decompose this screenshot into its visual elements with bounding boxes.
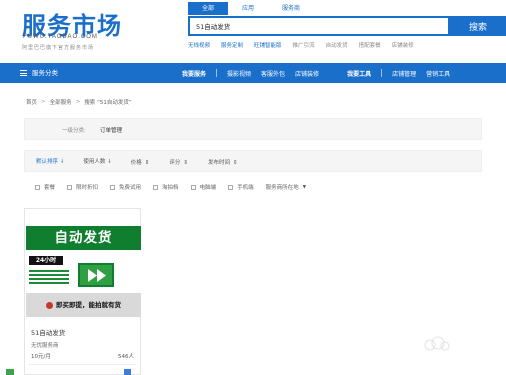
breadcrumb-all-services[interactable]: 全部服务 — [50, 98, 72, 106]
sort-default[interactable]: 默认排序 🠗 — [36, 157, 63, 167]
checkbox[interactable] — [153, 184, 159, 190]
hot-search-links: 无线视频 服务定制 旺铺智能版 推广引流 自动发货 搭配套餐 店铺装修 — [188, 41, 414, 49]
sort-updown-icon: ⇕ — [183, 160, 189, 166]
product-user-count: 546人 — [118, 354, 134, 360]
filter-limited-discount[interactable]: 限时折扣 — [67, 183, 98, 191]
product-image-middle: 24小时 — [26, 250, 141, 293]
arrow-down-icon: 🠗 — [61, 159, 64, 165]
hot-link[interactable]: 搭配套餐 — [359, 41, 381, 49]
checkbox-label: 电脑端 — [199, 185, 217, 191]
filter-taopaidang[interactable]: 淘拍档 — [153, 183, 179, 191]
breadcrumb-home[interactable]: 首页 — [26, 98, 37, 106]
product-name[interactable]: 51自动发货 — [31, 327, 65, 337]
breadcrumb-search: 搜索 “51自动发货” — [84, 100, 132, 106]
search-button[interactable]: 搜索 — [450, 16, 506, 36]
arrow-down-icon: 🠗 — [108, 159, 111, 165]
checkbox[interactable] — [35, 184, 40, 190]
search-tab-all[interactable]: 全部 — [188, 2, 229, 15]
nav-item-marketing-tools[interactable]: 营销工具 — [426, 69, 450, 78]
menu-icon — [20, 70, 27, 76]
breadcrumb: 首页 > 全部服务 > 搜索 “51自动发货” — [26, 98, 132, 106]
card-divider — [29, 364, 136, 365]
location-label: 服务商所在地 — [265, 185, 299, 191]
filter-free-trial[interactable]: 免费试用 — [110, 183, 141, 191]
breadcrumb-separator: > — [41, 99, 46, 105]
filter-checkboxes: 套餐 限时折扣 免费试用 淘拍档 电脑端 手机端 服务商所在地 ▼ — [24, 178, 318, 196]
service-badge-icon — [6, 369, 14, 375]
filter-package[interactable]: 套餐 — [35, 183, 55, 191]
category-filter-row: 一级分类: 订单管理 — [24, 118, 482, 140]
nav-item-store-management[interactable]: 店铺管理 — [392, 69, 416, 78]
nav-item-customer-service[interactable]: 客服外包 — [261, 69, 285, 78]
search-tab-apps[interactable]: 应用 — [228, 2, 268, 15]
fast-forward-icon — [78, 263, 114, 287]
caret-down-icon: ▼ — [302, 184, 307, 190]
service-category-label: 服务分类 — [32, 69, 58, 77]
nav-divider — [381, 69, 383, 77]
speed-lines-graphic — [29, 270, 69, 286]
checkbox-label: 免费试用 — [119, 185, 142, 191]
category-label: 一级分类: — [62, 128, 86, 134]
filter-pc[interactable]: 电脑端 — [190, 183, 217, 191]
search-tabs: 全部 应用 服务商 — [188, 2, 314, 16]
search-input[interactable] — [190, 18, 448, 34]
sort-options: 默认排序 🠗 使用人数 🠗 价格 ⇕ 评分 ⇕ 发布时间 ⇕ — [36, 151, 258, 173]
hot-link[interactable]: 推广引流 — [293, 41, 315, 49]
sort-label: 默认排序 — [36, 159, 59, 165]
hot-link[interactable]: 店铺装修 — [392, 41, 414, 49]
main-nav-bar: 服务分类 我要服务 摄影视频 客服外包 店铺装修 我要工具 店铺管理 营销工具 — [0, 63, 506, 83]
breadcrumb-separator: > — [75, 99, 81, 105]
sort-bar: 默认排序 🠗 使用人数 🠗 价格 ⇕ 评分 ⇕ 发布时间 ⇕ — [24, 150, 482, 172]
nav-item-photo-video[interactable]: 摄影视频 — [227, 69, 251, 78]
search-box — [188, 16, 450, 36]
nav-divider — [216, 69, 218, 77]
sort-rating[interactable]: 评分 ⇕ — [169, 158, 188, 166]
sort-updown-icon: ⇕ — [233, 160, 238, 166]
sort-label: 价格 — [130, 160, 142, 166]
sort-label: 评分 — [169, 160, 181, 166]
filter-mobile[interactable]: 手机端 — [228, 183, 254, 191]
checkbox[interactable] — [190, 184, 196, 190]
hot-link[interactable]: 服务定制 — [221, 41, 243, 49]
sort-publish-time[interactable]: 发布时间 ⇕ — [208, 158, 238, 166]
smiley-icon — [46, 301, 53, 309]
fast-forward-glyph — [88, 269, 106, 282]
sort-label: 使用人数 — [83, 159, 106, 165]
product-image-tagline-text: 即买即提，能拍就有货 — [56, 301, 121, 309]
checkbox-label: 限时折扣 — [76, 185, 99, 191]
hot-link[interactable]: 自动发货 — [326, 41, 348, 49]
nav-items: 我要服务 摄影视频 客服外包 店铺装修 我要工具 店铺管理 营销工具 — [182, 63, 460, 83]
nav-item-store-decoration[interactable]: 店铺装修 — [295, 69, 319, 78]
sort-updown-icon: ⇕ — [144, 160, 150, 166]
product-image-tagline: 即买即提，能拍就有货 — [26, 293, 141, 317]
checkbox[interactable] — [110, 184, 116, 190]
product-image-badge: 24小时 — [29, 256, 63, 265]
watermark-icon — [424, 336, 450, 351]
logo-domain-text: FUWU.TAOBAO.COM — [23, 34, 98, 40]
checkbox-label: 套餐 — [44, 185, 56, 191]
service-badge-icon — [124, 369, 131, 375]
logo-slogan: 阿里巴巴旗下官方服务市场 — [22, 45, 95, 51]
location-dropdown[interactable]: 服务商所在地 ▼ — [265, 183, 307, 192]
sort-price[interactable]: 价格 ⇕ — [131, 158, 150, 166]
category-option-order-management[interactable]: 订单管理 — [100, 126, 122, 134]
hot-link[interactable]: 无线视频 — [188, 41, 210, 49]
nav-item-my-services[interactable]: 我要服务 — [182, 69, 206, 78]
sort-label: 发布时间 — [208, 160, 231, 166]
nav-item-my-tools[interactable]: 我要工具 — [347, 69, 371, 78]
search-tab-providers[interactable]: 服务商 — [268, 2, 314, 15]
hot-link[interactable]: 旺铺智能版 — [254, 41, 282, 49]
checkbox[interactable] — [228, 184, 234, 190]
sort-users[interactable]: 使用人数 🠗 — [83, 157, 110, 167]
product-card[interactable]: 自动发货 24小时 即买即提，能拍就有货 51自动发货 无忧服务商 10元/月 … — [24, 208, 141, 375]
checkbox-label: 手机端 — [237, 185, 254, 191]
product-image-title: 自动发货 — [26, 226, 141, 250]
product-image[interactable]: 自动发货 24小时 即买即提，能拍就有货 — [26, 226, 141, 317]
product-vendor[interactable]: 无忧服务商 — [31, 341, 59, 349]
site-logo[interactable]: 服务市场 FUWU.TAOBAO.COM 阿里巴巴旗下官方服务市场 — [22, 6, 147, 54]
product-price: 10元/月 — [31, 354, 51, 360]
service-category-menu[interactable]: 服务分类 — [20, 63, 58, 83]
checkbox[interactable] — [67, 184, 73, 190]
checkbox-label: 淘拍档 — [162, 185, 179, 191]
